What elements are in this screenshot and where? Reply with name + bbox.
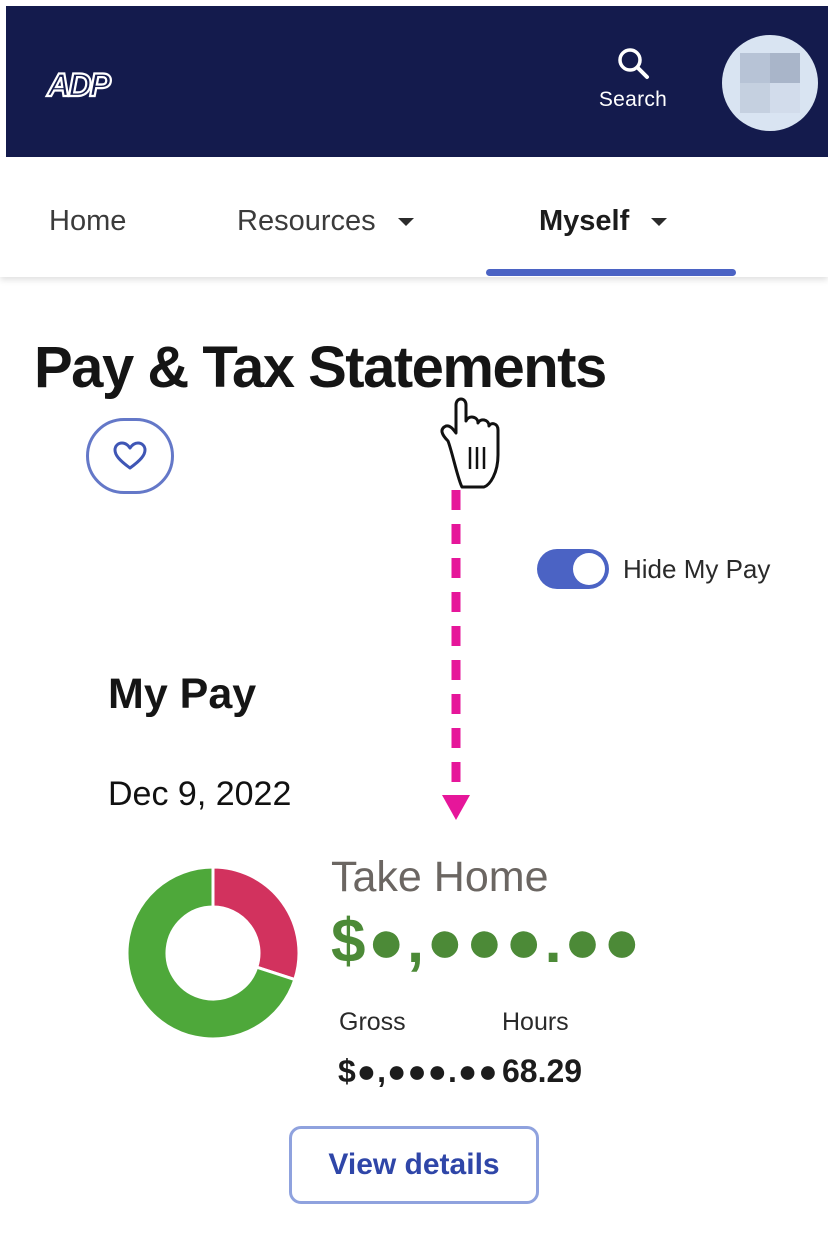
toggle-knob [573, 553, 605, 585]
main-nav: Home Resources Myself [0, 157, 828, 277]
pay-donut-chart [126, 866, 300, 1040]
hours-value: 68.29 [502, 1053, 583, 1089]
gross-amount: $●,●●●.●● [338, 1053, 499, 1089]
pay-date: Dec 9, 2022 [108, 775, 292, 813]
active-tab-indicator [486, 269, 736, 276]
hide-my-pay-label[interactable]: Hide My Pay [623, 554, 770, 585]
tab-myself[interactable]: Myself [539, 205, 668, 238]
chevron-down-icon [397, 217, 414, 226]
take-home-label: Take Home [331, 853, 549, 901]
tab-home-label: Home [49, 205, 127, 237]
search-label: Search [598, 88, 668, 111]
adp-logo[interactable]: ADP [42, 66, 114, 102]
take-home-amount: $●,●●●.●● [331, 907, 643, 976]
gross-label: Gross [339, 1008, 406, 1036]
view-details-button[interactable]: View details [289, 1126, 539, 1204]
adp-logo-text: ADP [46, 67, 111, 102]
avatar[interactable] [722, 35, 818, 131]
hand-cursor-icon [440, 397, 500, 489]
donut-slice-deductions [211, 866, 300, 982]
hours-label: Hours [502, 1008, 569, 1036]
my-pay-title: My Pay [108, 670, 257, 718]
tab-resources-label: Resources [237, 205, 376, 237]
top-bar: ADP Search [6, 6, 828, 157]
search-button[interactable]: Search [588, 46, 678, 112]
tab-resources[interactable]: Resources [237, 205, 414, 238]
arrow-down-icon [442, 795, 470, 820]
tab-home[interactable]: Home [49, 205, 126, 238]
search-icon [618, 48, 649, 79]
chevron-down-icon [651, 217, 668, 226]
tab-myself-label: Myself [539, 205, 630, 237]
favorite-button[interactable] [86, 418, 174, 494]
annotation-overlay [440, 397, 500, 820]
hide-my-pay-toggle[interactable] [537, 549, 609, 589]
page-title: Pay & Tax Statements [34, 335, 607, 400]
heart-icon [113, 441, 147, 470]
